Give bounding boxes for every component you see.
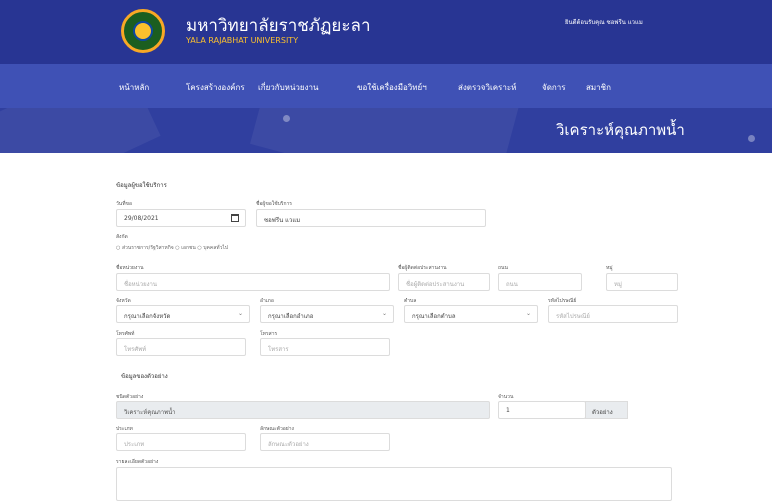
postcode-field[interactable]: รหัสไปรษณีย์: [548, 305, 678, 323]
site-header: มหาวิทยาลัยราชภัฏยะลา YALA RAJABHAT UNIV…: [0, 0, 772, 64]
nav-equipment[interactable]: ขอใช้เครื่องมือวิทย์ฯ: [357, 81, 427, 94]
quantity-unit: ตัวอย่าง: [585, 401, 628, 419]
date-field[interactable]: 29/08/2021: [116, 209, 246, 227]
subdistrict-select[interactable]: กรุณาเลือกตำบล ⌄: [404, 305, 538, 323]
nav-home[interactable]: หน้าหลัก: [119, 81, 149, 94]
calendar-icon[interactable]: [231, 214, 239, 222]
road-label: ถนน: [498, 265, 508, 271]
contact-field[interactable]: ชื่อผู้ติดต่อประสานงาน: [398, 273, 490, 291]
university-name-en: YALA RAJABHAT UNIVERSITY: [186, 36, 299, 45]
date-label: วันที่ขอ: [116, 201, 132, 207]
road-field[interactable]: ถนน: [498, 273, 582, 291]
contact-label: ชื่อผู้ติดต่อประสานงาน: [398, 265, 447, 271]
radio-private[interactable]: ○ เอกชน: [175, 245, 197, 251]
chevron-down-icon: ⌄: [525, 310, 531, 317]
sample-kind-label: ประเภท: [116, 426, 133, 432]
chevron-down-icon: ⌄: [381, 310, 387, 317]
subdistrict-label: ตำบล: [404, 298, 417, 304]
name-label: ชื่อผู้ขอใช้บริการ: [256, 201, 292, 207]
fax-field[interactable]: โทรสาร: [260, 338, 390, 356]
banner-decor: [0, 108, 161, 153]
agency-label: ชื่อหน่วยงาน: [116, 265, 144, 271]
page-banner: วิเคราะห์คุณภาพน้ำ: [0, 108, 772, 153]
sample-section-title: ข้อมูลของตัวอย่าง: [121, 373, 168, 380]
chevron-down-icon: ⌄: [237, 310, 243, 317]
phone-label: โทรศัพท์: [116, 331, 135, 337]
nav-about[interactable]: เกี่ยวกับหน่วยงาน: [258, 81, 318, 94]
postcode-label: รหัสไปรษณีย์: [548, 298, 577, 304]
sample-type-field: วิเคราะห์คุณภาพน้ำ: [116, 401, 490, 419]
nav-structure[interactable]: โครงสร้างองค์กร: [186, 81, 245, 94]
fax-label: โทรสาร: [260, 331, 278, 337]
province-label: จังหวัด: [116, 298, 131, 304]
sample-type-label: ชนิดตัวอย่าง: [116, 394, 144, 400]
welcome-user[interactable]: ยินดีต้อนรับคุณ ซอฟรีน แวแม: [565, 17, 643, 27]
radio-government[interactable]: ○ ส่วนราชการ/รัฐวิสาหกิจ: [116, 245, 175, 251]
quantity-label: จำนวน: [498, 394, 514, 400]
nav-analysis[interactable]: ส่งตรวจวิเคราะห์: [458, 81, 516, 94]
radio-general[interactable]: ○ บุคคลทั่วไป: [197, 245, 228, 251]
quantity-field[interactable]: 1: [498, 401, 586, 419]
status-radio-group: ○ ส่วนราชการ/รัฐวิสาหกิจ ○ เอกชน ○ บุคคล…: [116, 244, 228, 252]
district-label: อำเภอ: [260, 298, 274, 304]
status-label: สังกัด: [116, 234, 128, 240]
banner-dot: [283, 115, 290, 122]
nav-manage[interactable]: จัดการ: [542, 81, 566, 94]
banner-dot: [748, 135, 755, 142]
sample-kind-field[interactable]: ประเภท: [116, 433, 246, 451]
district-select[interactable]: กรุณาเลือกอำเภอ ⌄: [260, 305, 394, 323]
sample-char-label: ลักษณะตัวอย่าง: [260, 426, 294, 432]
phone-field[interactable]: โทรศัพท์: [116, 338, 246, 356]
moo-label: หมู่: [606, 265, 613, 271]
banner-decor: [250, 108, 520, 153]
requester-section-title: ข้อมูลผู้ขอใช้บริการ: [116, 182, 167, 189]
description-textarea[interactable]: [116, 467, 672, 501]
agency-field[interactable]: ชื่อหน่วยงาน: [116, 273, 390, 291]
university-name-th: มหาวิทยาลัยราชภัฏยะลา: [186, 16, 371, 36]
university-logo-icon[interactable]: [121, 9, 165, 53]
name-field[interactable]: ซอฟรีน แวแม: [256, 209, 486, 227]
sample-char-field[interactable]: ลักษณะตัวอย่าง: [260, 433, 390, 451]
main-nav: หน้าหลัก โครงสร้างองค์กร เกี่ยวกับหน่วยง…: [0, 64, 772, 108]
moo-field[interactable]: หมู่: [606, 273, 678, 291]
description-label: รายละเอียดตัวอย่าง: [116, 459, 159, 465]
province-select[interactable]: กรุณาเลือกจังหวัด ⌄: [116, 305, 250, 323]
nav-members[interactable]: สมาชิก: [586, 81, 611, 94]
page-title: วิเคราะห์คุณภาพน้ำ: [556, 121, 685, 139]
